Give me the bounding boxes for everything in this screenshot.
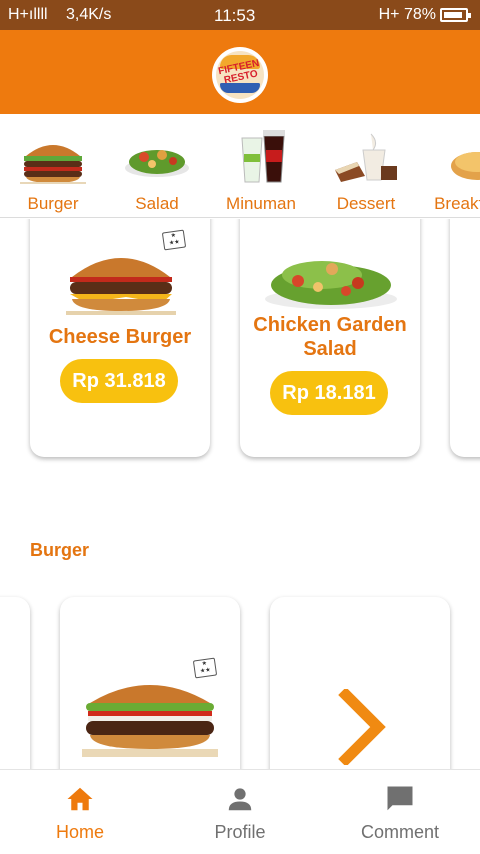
product-card-partial[interactable] xyxy=(450,219,480,457)
category-dessert[interactable]: Dessert xyxy=(313,114,413,218)
category-label: Salad xyxy=(135,194,179,213)
price-pill[interactable]: Rp 31.818 xyxy=(60,359,178,403)
product-card-whopper[interactable]: ★ ★★ xyxy=(60,597,240,769)
nav-label: Profile xyxy=(214,822,266,842)
status-bar: H+ıllll 3,4K/s 11:53 H+ 78% xyxy=(0,0,480,30)
new-badge-icon: ★ ★★ xyxy=(161,229,187,251)
category-salad[interactable]: Salad xyxy=(104,114,204,218)
cheese-burger-image xyxy=(66,258,176,315)
home-icon xyxy=(67,787,93,811)
app-bar: FIFTEEN RESTO xyxy=(0,30,480,114)
dessert-icon xyxy=(335,133,397,182)
bottom-navigation: Home Profile Comment xyxy=(0,769,480,854)
category-breakfast[interactable]: Breakfast xyxy=(417,114,480,218)
category-label: Burger xyxy=(27,194,79,213)
network-speed: 3,4K/s xyxy=(66,6,112,23)
salad-icon xyxy=(125,150,189,177)
signal-status: H+ıllll xyxy=(8,6,48,23)
nav-label: Home xyxy=(55,822,104,842)
battery-status: H+ 78% xyxy=(378,6,436,23)
category-label: Dessert xyxy=(336,194,396,213)
product-name: Chicken Garden Salad xyxy=(253,314,407,360)
nav-comment[interactable]: Comment xyxy=(320,770,480,854)
content-area[interactable]: ★ ★★ Cheese Burger Rp 31.818 Chicken Gard… xyxy=(0,219,480,769)
new-badge-icon: ★ ★★ xyxy=(192,657,218,679)
chevron-right-icon[interactable] xyxy=(336,689,388,765)
product-card-chicken-garden-salad[interactable]: Chicken Garden Salad Rp 18.181 xyxy=(240,219,420,457)
drink-icon xyxy=(241,130,285,183)
nav-label: Comment xyxy=(360,822,440,842)
product-card-cheese-burger[interactable]: ★ ★★ Cheese Burger Rp 31.818 xyxy=(30,219,210,457)
price-pill[interactable]: Rp 18.181 xyxy=(270,371,388,415)
person-icon xyxy=(228,788,252,811)
chicken-salad-image xyxy=(265,261,397,309)
whopper-image xyxy=(82,685,218,757)
nav-home[interactable]: Home xyxy=(0,770,160,854)
app-screen: H+ıllll 3,4K/s 11:53 H+ 78% FIFTEEN REST… xyxy=(0,0,480,854)
see-more-card[interactable] xyxy=(270,597,450,769)
battery-icon xyxy=(440,8,471,22)
category-label: Breakfast xyxy=(434,194,480,213)
category-burger[interactable]: Burger xyxy=(0,114,100,218)
category-label: Minuman xyxy=(226,194,296,213)
chat-bubble-icon xyxy=(387,786,413,811)
burger-icon xyxy=(20,145,86,184)
category-bar[interactable]: Burger Salad Minuman Dessert Break xyxy=(0,114,480,218)
product-name: Cheese Burger xyxy=(48,326,192,348)
product-card-partial-left[interactable] xyxy=(0,597,30,769)
breakfast-icon xyxy=(451,152,480,180)
section-title: Burger xyxy=(30,540,90,560)
category-minuman[interactable]: Minuman xyxy=(208,114,308,218)
brand-logo: FIFTEEN RESTO xyxy=(212,47,268,103)
nav-profile[interactable]: Profile xyxy=(160,770,320,854)
clock: 11:53 xyxy=(214,6,256,25)
